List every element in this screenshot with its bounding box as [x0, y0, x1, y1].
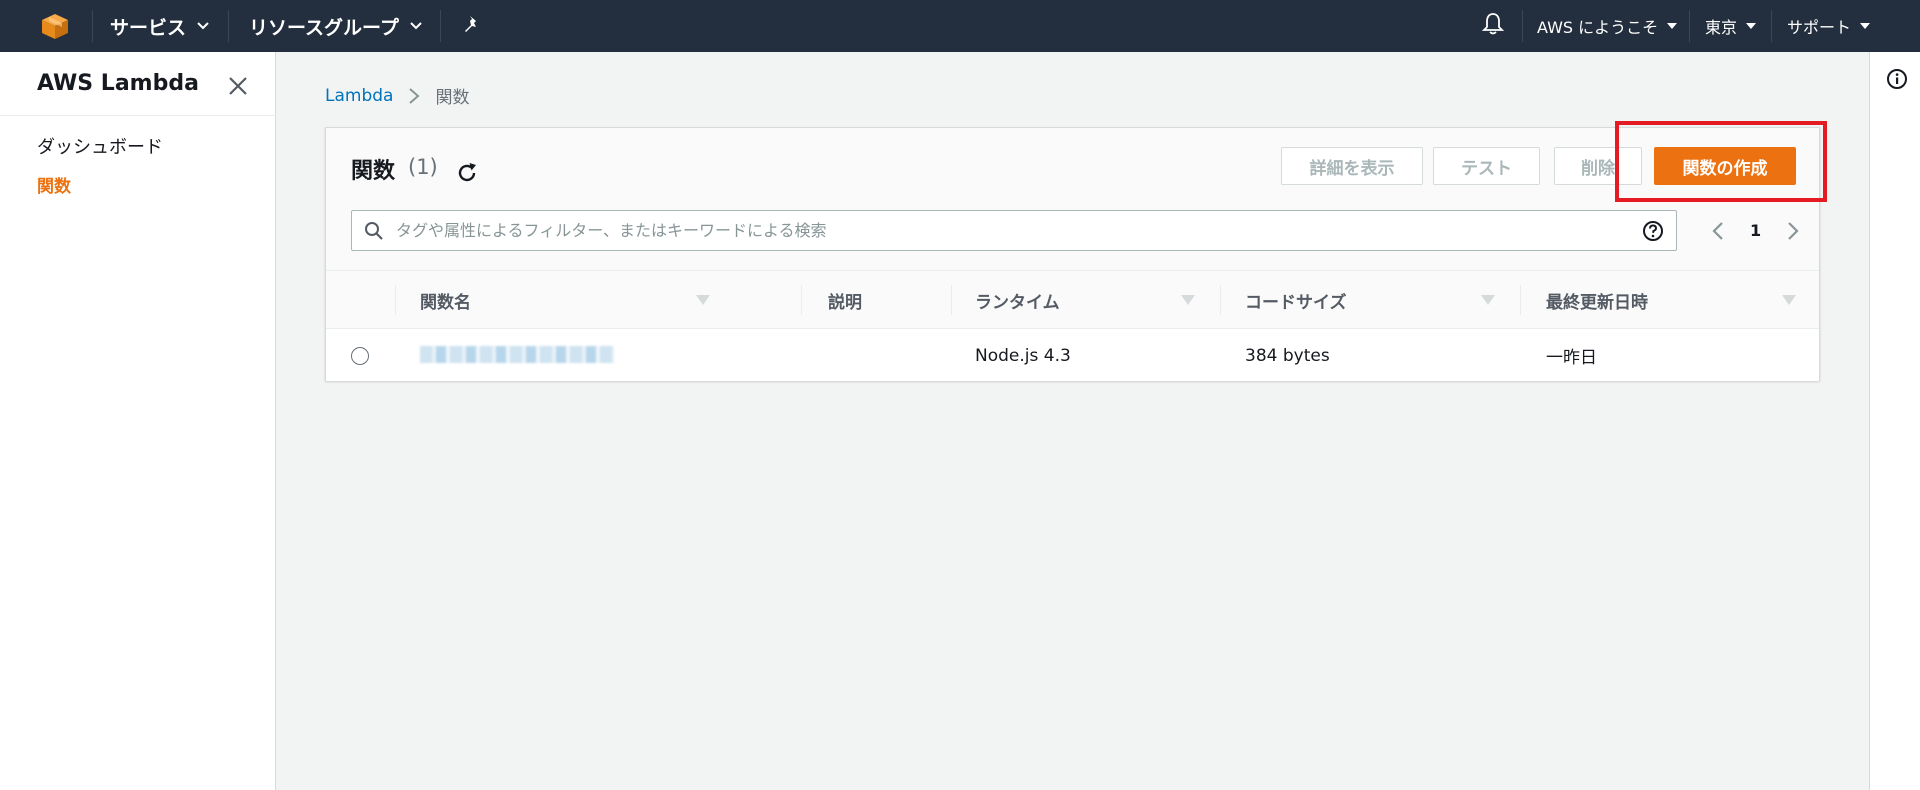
chevron-down-icon [196, 19, 210, 33]
column-divider [801, 285, 802, 315]
sidebar-item-dashboard[interactable]: ダッシュボード [37, 133, 163, 159]
resource-groups-menu-label: リソースグループ [249, 16, 399, 39]
top-navigation-bar: サービス リソースグループ AWS にようこそ 東京 サポート [0, 0, 1920, 52]
previous-page-button[interactable] [1708, 219, 1728, 243]
sort-caret-icon[interactable] [1782, 295, 1796, 305]
column-divider [1520, 285, 1521, 315]
chevron-right-icon [407, 87, 421, 105]
table-header: 関数名 説明 ランタイム コードサイズ 最終更新日時 [326, 271, 1819, 329]
function-last-modified: 一昨日 [1546, 348, 1597, 368]
delete-button[interactable]: 削除 [1554, 147, 1642, 185]
pin-button[interactable] [463, 0, 481, 52]
region-menu-button[interactable]: 東京 [1705, 0, 1757, 52]
column-header-description[interactable]: 説明 [828, 271, 948, 329]
functions-panel: 関数 (1) 詳細を表示 テスト 削除 関数の作成 1 [325, 121, 1827, 381]
function-runtime: Node.js 4.3 [975, 345, 1071, 366]
panel-title: 関数 [351, 159, 396, 184]
table-row[interactable]: Node.js 4.3 384 bytes 一昨日 [326, 330, 1819, 381]
nav-divider [1689, 10, 1690, 42]
column-header-code-size[interactable]: コードサイズ [1245, 271, 1495, 329]
close-sidebar-button[interactable] [226, 74, 250, 98]
column-header-function-name[interactable]: 関数名 [420, 271, 710, 329]
nav-divider [228, 10, 229, 42]
sort-caret-icon[interactable] [1181, 295, 1195, 305]
sidebar-item-functions[interactable]: 関数 [37, 172, 71, 197]
create-function-button[interactable]: 関数の作成 [1654, 147, 1796, 185]
region-menu-label: 東京 [1705, 18, 1738, 37]
sort-caret-icon[interactable] [1481, 295, 1495, 305]
refresh-icon [458, 163, 476, 182]
column-header-label: 最終更新日時 [1546, 292, 1648, 313]
column-header-label: コードサイズ [1245, 292, 1347, 313]
aws-cube-logo-icon[interactable] [40, 12, 70, 40]
panel-header: 関数 (1) 詳細を表示 テスト 削除 関数の作成 1 [326, 121, 1827, 271]
function-code-size: 384 bytes [1245, 345, 1330, 366]
nav-divider [92, 10, 93, 42]
pin-icon [463, 15, 481, 38]
support-menu-button[interactable]: サポート [1787, 0, 1871, 52]
column-divider [1220, 285, 1221, 315]
breadcrumb-current: 関数 [435, 88, 470, 108]
column-header-label: 関数名 [420, 292, 471, 313]
account-menu-label: AWS にようこそ [1537, 18, 1659, 37]
next-page-button[interactable] [1783, 219, 1803, 243]
refresh-button[interactable] [454, 160, 480, 186]
chevron-down-icon [409, 19, 423, 33]
function-name-link-redacted[interactable] [420, 346, 614, 363]
column-header-label: 説明 [828, 292, 862, 313]
bell-icon [1481, 12, 1505, 40]
test-button[interactable]: テスト [1433, 147, 1540, 185]
sort-caret-icon[interactable] [696, 295, 710, 305]
nav-divider [1771, 10, 1772, 42]
page-number[interactable]: 1 [1750, 221, 1761, 240]
info-button[interactable] [1886, 68, 1908, 90]
caret-down-icon [1746, 23, 1757, 29]
breadcrumb: Lambda 関数 [325, 83, 470, 109]
sidebar-divider [0, 115, 276, 116]
info-rail [1869, 52, 1920, 790]
row-select-radio[interactable] [351, 347, 369, 365]
nav-divider [1522, 10, 1523, 42]
resource-groups-menu-button[interactable]: リソースグループ [249, 0, 423, 52]
search-input[interactable] [396, 211, 1616, 250]
sidebar-title: AWS Lambda [37, 71, 199, 96]
column-divider [395, 285, 396, 315]
breadcrumb-lambda-link[interactable]: Lambda [325, 86, 393, 106]
function-count: (1) [408, 155, 438, 179]
nav-divider [440, 10, 441, 42]
chevron-right-icon [1788, 221, 1799, 240]
column-divider [951, 285, 952, 315]
view-details-button[interactable]: 詳細を表示 [1281, 147, 1423, 185]
support-menu-label: サポート [1787, 18, 1852, 37]
services-menu-label: サービス [110, 16, 187, 39]
search-icon [364, 221, 384, 241]
info-icon [1887, 69, 1907, 89]
caret-down-icon [1667, 23, 1678, 29]
services-menu-button[interactable]: サービス [110, 0, 210, 52]
help-icon[interactable] [1642, 220, 1664, 242]
column-header-runtime[interactable]: ランタイム [975, 271, 1195, 329]
search-box [351, 210, 1677, 251]
notifications-button[interactable] [1481, 0, 1505, 52]
chevron-left-icon [1712, 221, 1723, 240]
close-icon [229, 77, 247, 95]
column-header-label: ランタイム [975, 292, 1060, 313]
pagination: 1 [1708, 210, 1803, 251]
column-header-last-modified[interactable]: 最終更新日時 [1546, 271, 1796, 329]
account-menu-button[interactable]: AWS にようこそ [1537, 0, 1678, 52]
caret-down-icon [1860, 23, 1871, 29]
sidebar: AWS Lambda ダッシュボード 関数 [0, 52, 276, 790]
